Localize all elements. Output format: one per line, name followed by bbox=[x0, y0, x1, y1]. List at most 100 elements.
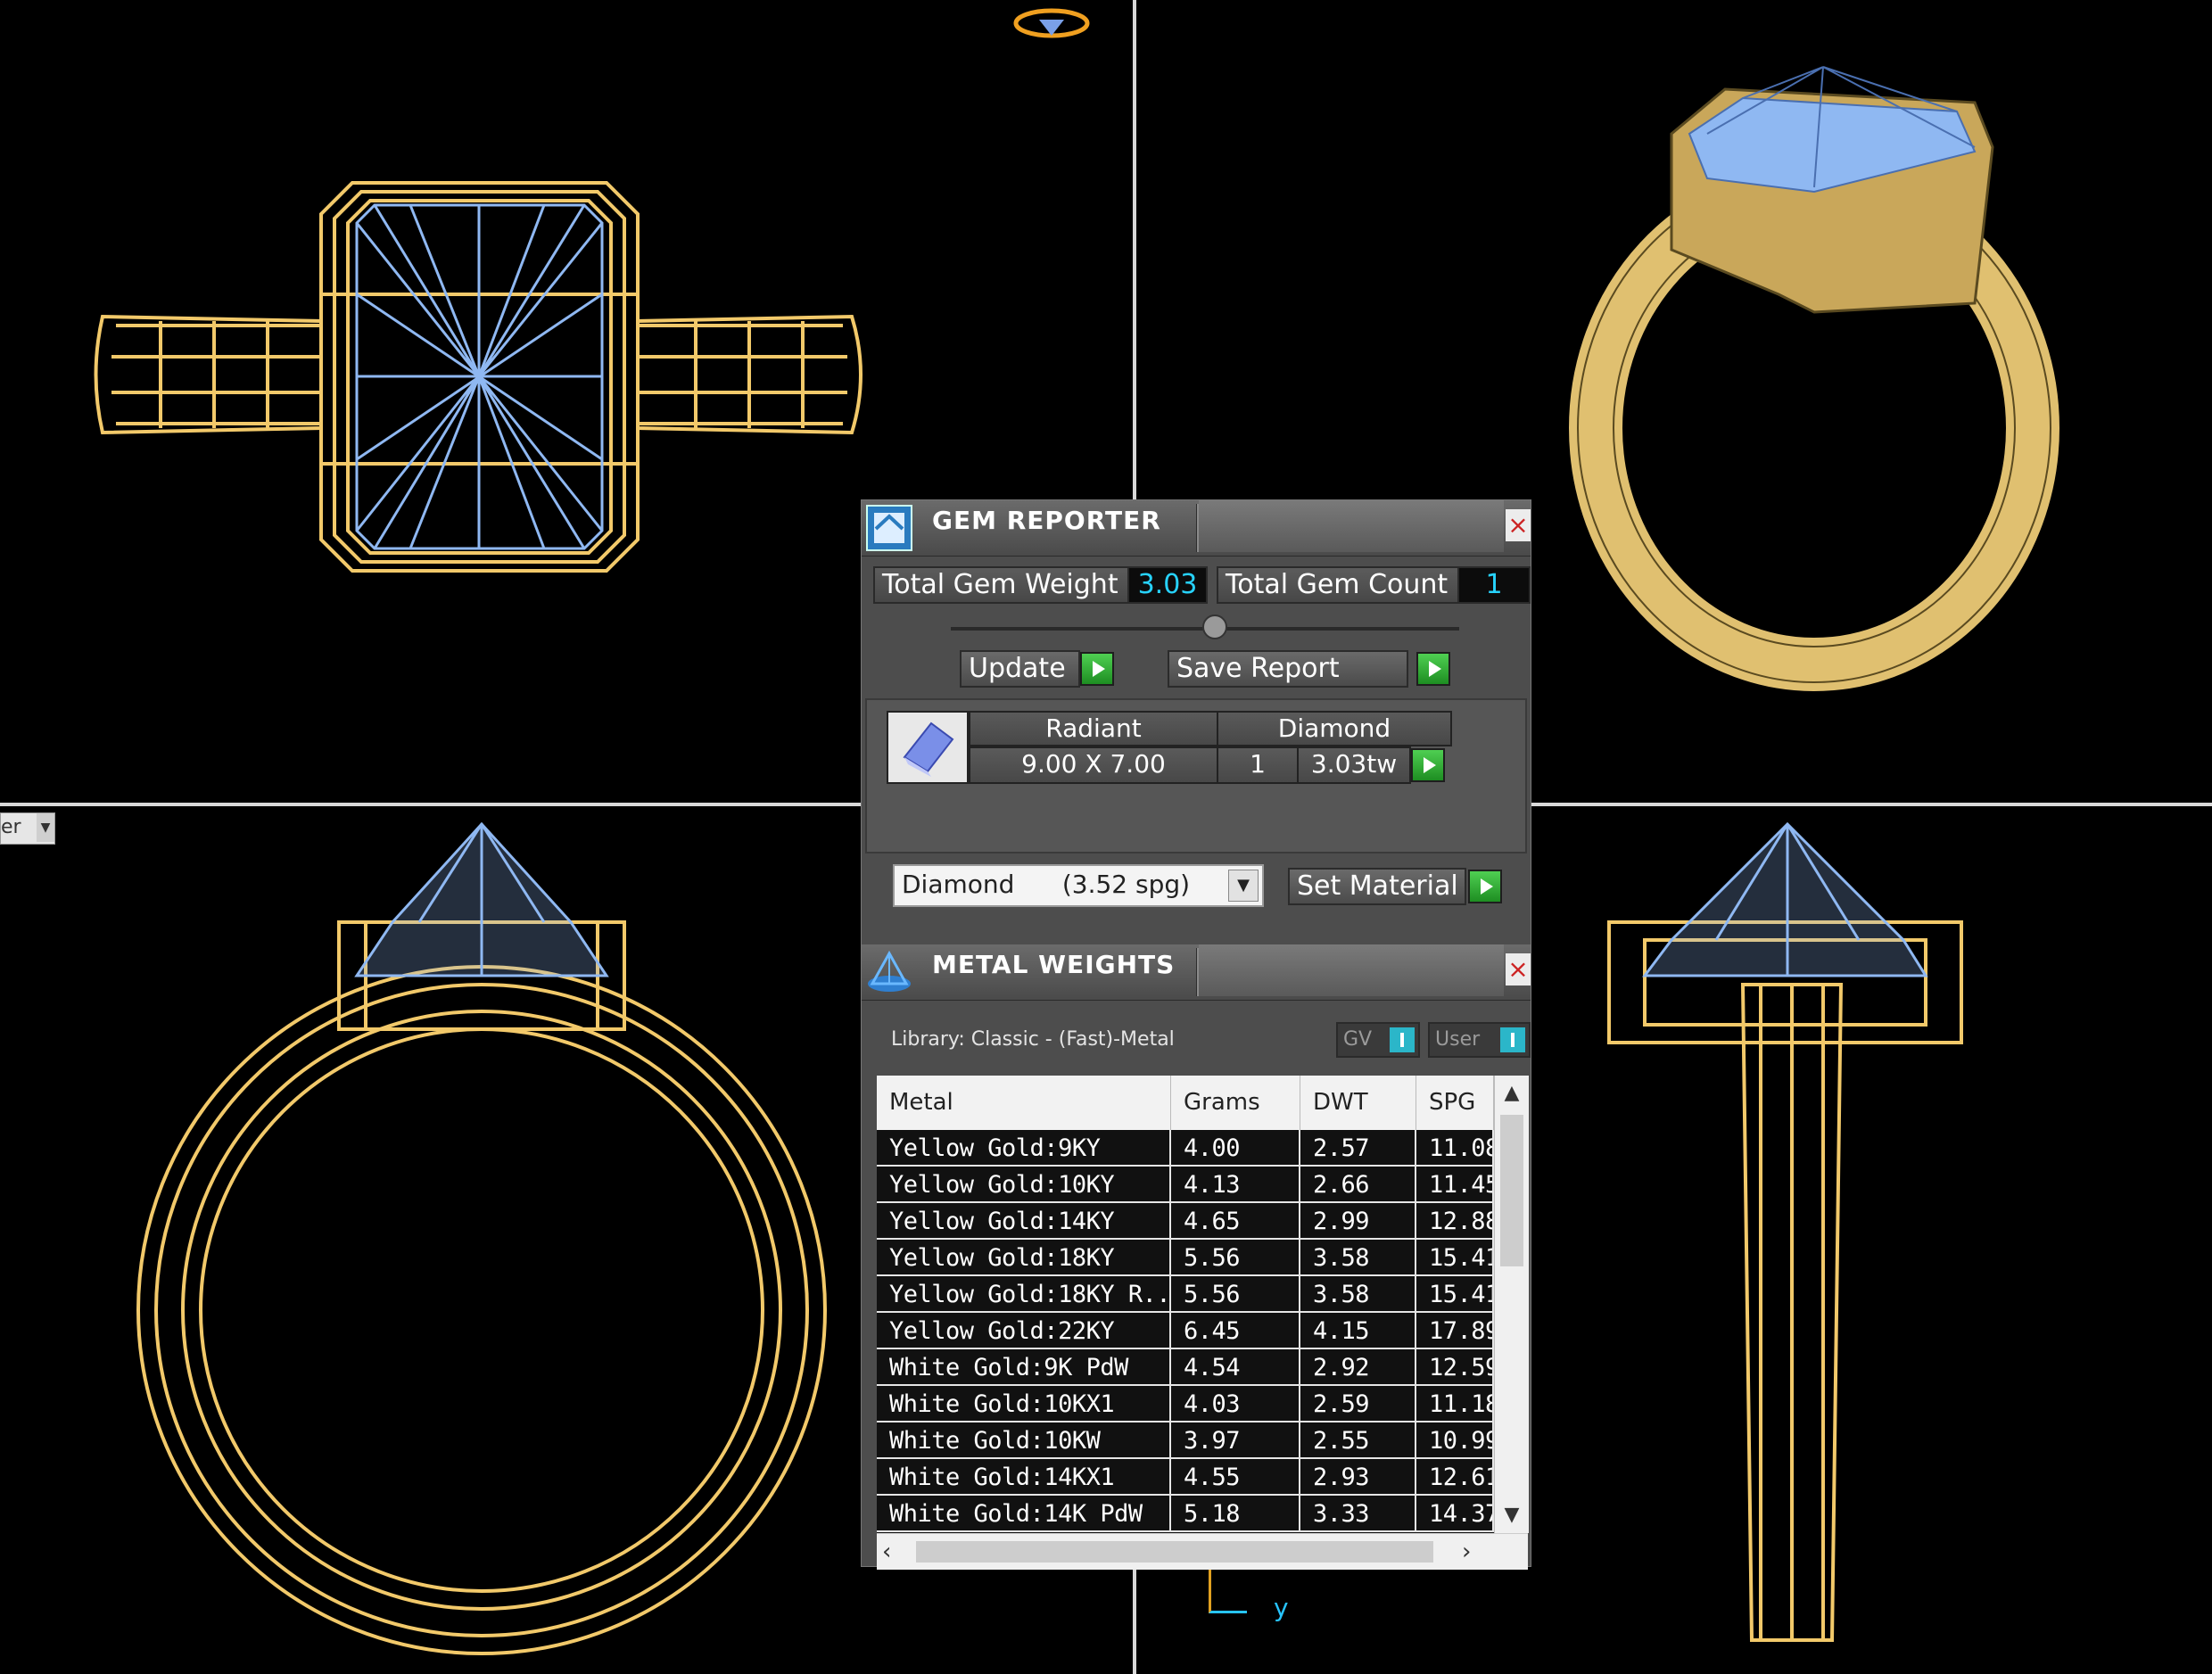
cell-grams: 5.56 bbox=[1171, 1276, 1300, 1313]
update-button[interactable]: Update bbox=[960, 650, 1080, 688]
material-select-value: Diamond (3.52 spg) bbox=[902, 870, 1191, 899]
set-material-go-icon[interactable] bbox=[1468, 870, 1502, 903]
cell-dwt: 2.93 bbox=[1300, 1459, 1416, 1496]
panel-resize-slider[interactable] bbox=[951, 614, 1459, 639]
gem-weight-cell[interactable]: 3.03tw bbox=[1297, 746, 1411, 784]
table-row[interactable]: White Gold:9K PdW 4.54 2.92 12.59 bbox=[877, 1349, 1494, 1386]
metal-weights-icon bbox=[865, 948, 913, 996]
cell-grams: 4.54 bbox=[1171, 1349, 1300, 1386]
toggle-user[interactable]: User bbox=[1428, 1022, 1531, 1058]
column-header-dwt[interactable]: DWT bbox=[1300, 1076, 1416, 1130]
cell-dwt: 2.57 bbox=[1300, 1130, 1416, 1167]
vertical-scrollbar[interactable]: ▲ ▼ bbox=[1494, 1076, 1529, 1533]
total-gem-weight-label: Total Gem Weight bbox=[873, 566, 1129, 604]
cell-metal: Yellow Gold:9KY bbox=[877, 1130, 1171, 1167]
cell-spg: 12.59 bbox=[1416, 1349, 1494, 1386]
cell-dwt: 3.33 bbox=[1300, 1496, 1416, 1532]
metal-weights-table[interactable]: Metal Grams DWT SPG Yellow Gold:9KY 4.00 2… bbox=[877, 1076, 1529, 1570]
gem-go-icon[interactable] bbox=[1411, 748, 1445, 782]
cell-metal: White Gold:10KX1 bbox=[877, 1386, 1171, 1422]
cell-dwt: 3.58 bbox=[1300, 1276, 1416, 1313]
gem-reporter-title: GEM REPORTER bbox=[932, 506, 1161, 535]
toggle-gv-icon bbox=[1390, 1027, 1415, 1052]
cell-metal: White Gold:10KW bbox=[877, 1422, 1171, 1459]
cell-dwt: 2.55 bbox=[1300, 1422, 1416, 1459]
cell-grams: 6.45 bbox=[1171, 1313, 1300, 1349]
table-row[interactable]: White Gold:14KX1 4.55 2.93 12.61 bbox=[877, 1459, 1494, 1496]
gem-gizmo-icon[interactable] bbox=[1012, 5, 1091, 41]
update-go-icon[interactable] bbox=[1080, 652, 1114, 686]
table-row[interactable]: White Gold:10KW 3.97 2.55 10.99 bbox=[877, 1422, 1494, 1459]
table-row[interactable]: White Gold:14K PdW 5.18 3.33 14.37 bbox=[877, 1496, 1494, 1532]
cell-spg: 12.88 bbox=[1416, 1203, 1494, 1240]
save-report-go-icon[interactable] bbox=[1416, 652, 1450, 686]
library-label: Library: Classic - (Fast)-Metal bbox=[891, 1028, 1175, 1051]
cell-metal: Yellow Gold:18KY R... bbox=[877, 1276, 1171, 1313]
axis-corner bbox=[1209, 1570, 1247, 1613]
toggle-user-icon bbox=[1500, 1027, 1525, 1052]
table-row[interactable]: White Gold:10KX1 4.03 2.59 11.18 bbox=[877, 1386, 1494, 1422]
scroll-thumb[interactable] bbox=[1500, 1115, 1523, 1266]
cell-metal: Yellow Gold:18KY bbox=[877, 1240, 1171, 1276]
cell-grams: 4.55 bbox=[1171, 1459, 1300, 1496]
scroll-down-icon[interactable]: ▼ bbox=[1495, 1497, 1529, 1533]
table-row[interactable]: Yellow Gold:22KY 6.45 4.15 17.89 bbox=[877, 1313, 1494, 1349]
gem-cut-cell[interactable]: Radiant bbox=[969, 711, 1218, 746]
cell-grams: 3.97 bbox=[1171, 1422, 1300, 1459]
cell-dwt: 4.15 bbox=[1300, 1313, 1416, 1349]
gem-reporter-panel[interactable]: GEM REPORTER × Total Gem Weight 3.03 Tot… bbox=[861, 499, 1531, 1570]
chevron-down-icon[interactable]: ▼ bbox=[37, 813, 54, 842]
metal-weights-title: METAL WEIGHTS bbox=[932, 950, 1176, 979]
material-select[interactable]: Diamond (3.52 spg) ▼ bbox=[893, 864, 1264, 907]
chevron-down-icon[interactable]: ▼ bbox=[1228, 870, 1259, 902]
cell-metal: White Gold:14K PdW bbox=[877, 1496, 1171, 1532]
scroll-left-icon[interactable]: ‹ bbox=[882, 1534, 909, 1570]
cell-grams: 4.00 bbox=[1171, 1130, 1300, 1167]
horizontal-scrollbar[interactable]: ‹ › bbox=[877, 1533, 1528, 1570]
scroll-up-icon[interactable]: ▲ bbox=[1495, 1076, 1529, 1111]
cell-spg: 15.41 bbox=[1416, 1240, 1494, 1276]
cell-dwt: 2.99 bbox=[1300, 1203, 1416, 1240]
scroll-thumb-horizontal[interactable] bbox=[916, 1541, 1433, 1563]
cell-spg: 15.41 bbox=[1416, 1276, 1494, 1313]
gem-material-cell[interactable]: Diamond bbox=[1217, 711, 1452, 746]
close-icon[interactable]: × bbox=[1506, 953, 1531, 985]
table-row[interactable]: Yellow Gold:18KY R... 5.56 3.58 15.41 bbox=[877, 1276, 1494, 1313]
slider-knob-icon[interactable] bbox=[1202, 614, 1227, 639]
scroll-right-icon[interactable]: › bbox=[1462, 1534, 1489, 1570]
set-material-button[interactable]: Set Material bbox=[1288, 868, 1466, 905]
table-row[interactable]: Yellow Gold:10KY 4.13 2.66 11.45 bbox=[877, 1167, 1494, 1203]
total-gem-count-label: Total Gem Count bbox=[1217, 566, 1459, 604]
toggle-gv[interactable]: GV bbox=[1336, 1022, 1420, 1058]
viewport-menu[interactable]: er ▼ bbox=[0, 812, 55, 845]
gem-size-cell[interactable]: 9.00 X 7.00 bbox=[969, 746, 1218, 784]
gem-count-cell[interactable]: 1 bbox=[1217, 746, 1299, 784]
table-row[interactable]: Yellow Gold:18KY 5.56 3.58 15.41 bbox=[877, 1240, 1494, 1276]
cell-grams: 4.03 bbox=[1171, 1386, 1300, 1422]
close-icon[interactable]: × bbox=[1506, 509, 1531, 541]
cell-spg: 11.45 bbox=[1416, 1167, 1494, 1203]
cell-metal: White Gold:14KX1 bbox=[877, 1459, 1171, 1496]
column-header-spg[interactable]: SPG bbox=[1416, 1076, 1494, 1130]
table-row[interactable]: Yellow Gold:14KY 4.65 2.99 12.88 bbox=[877, 1203, 1494, 1240]
column-header-grams[interactable]: Grams bbox=[1171, 1076, 1300, 1130]
cell-spg: 11.18 bbox=[1416, 1386, 1494, 1422]
gem-thumbnail-icon[interactable] bbox=[887, 711, 969, 784]
cell-metal: Yellow Gold:14KY bbox=[877, 1203, 1171, 1240]
cell-grams: 4.65 bbox=[1171, 1203, 1300, 1240]
header-bar bbox=[1199, 944, 1504, 996]
cell-metal: Yellow Gold:10KY bbox=[877, 1167, 1171, 1203]
header-bar bbox=[1199, 500, 1504, 552]
gem-reporter-header[interactable]: GEM REPORTER × bbox=[862, 500, 1531, 557]
cell-grams: 5.18 bbox=[1171, 1496, 1300, 1532]
column-header-metal[interactable]: Metal bbox=[877, 1076, 1171, 1130]
metal-weights-header[interactable]: METAL WEIGHTS × bbox=[862, 944, 1531, 1001]
save-report-button[interactable]: Save Report bbox=[1168, 650, 1408, 688]
table-row[interactable]: Yellow Gold:9KY 4.00 2.57 11.08 bbox=[877, 1130, 1494, 1167]
cell-spg: 14.37 bbox=[1416, 1496, 1494, 1532]
viewport-menu-label: er bbox=[1, 816, 21, 838]
cell-grams: 4.13 bbox=[1171, 1167, 1300, 1203]
cell-metal: Yellow Gold:22KY bbox=[877, 1313, 1171, 1349]
cell-spg: 17.89 bbox=[1416, 1313, 1494, 1349]
cell-spg: 10.99 bbox=[1416, 1422, 1494, 1459]
